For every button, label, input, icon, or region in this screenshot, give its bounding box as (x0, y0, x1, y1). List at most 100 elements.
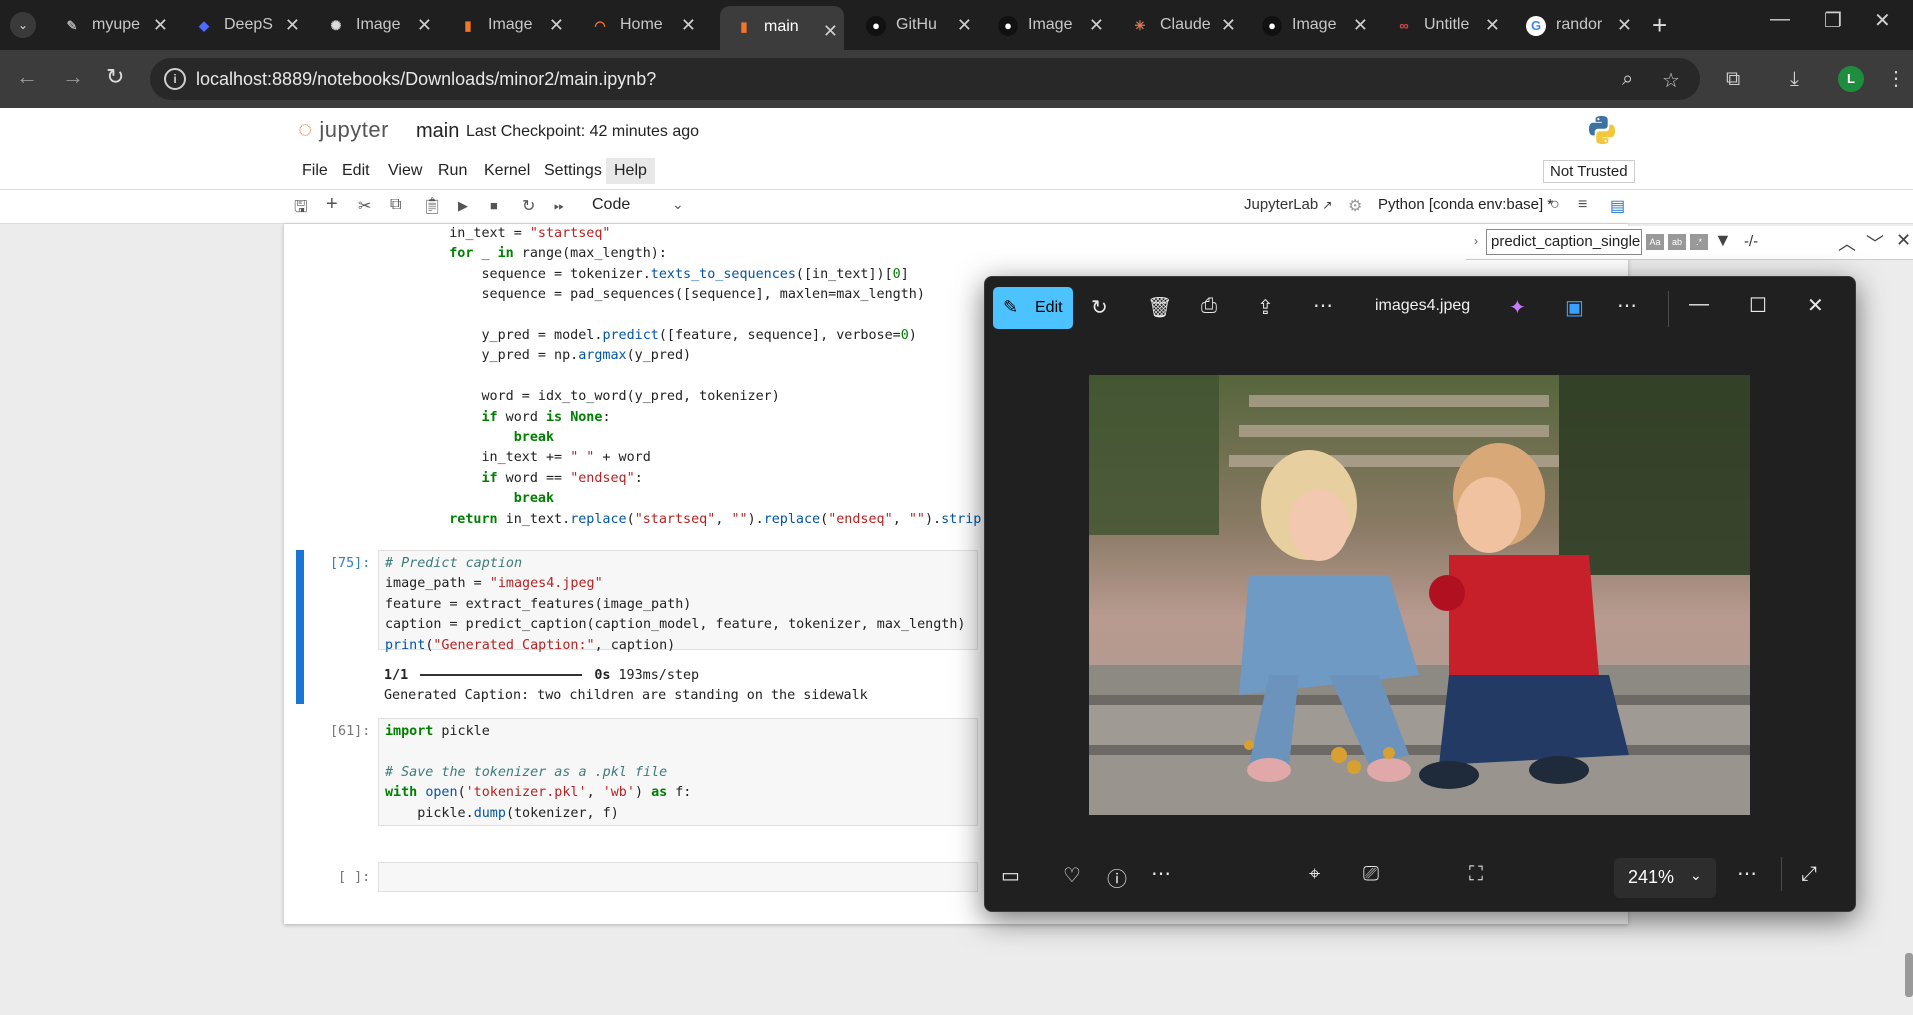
tab-image-github[interactable]: ● Image ✕ (984, 8, 1110, 42)
close-tab-icon[interactable]: ✕ (957, 8, 972, 42)
close-tab-icon[interactable]: ✕ (549, 8, 564, 42)
tab-home[interactable]: ◠ Home ✕ (576, 8, 702, 42)
back-icon[interactable]: ← (16, 64, 38, 90)
tab-main[interactable]: ▮ main ✕ (720, 6, 844, 50)
previous-match-icon[interactable]: ︿ (1838, 230, 1856, 256)
settings-gear-icon[interactable]: ⚙ (1348, 196, 1362, 216)
notebook-name[interactable]: main (416, 120, 459, 143)
run-icon[interactable]: ▶ (458, 198, 468, 214)
minimize-icon[interactable]: — (1689, 293, 1709, 316)
insert-cell-icon[interactable]: + (326, 193, 338, 216)
jupyterlab-link[interactable]: JupyterLab ↗ (1244, 196, 1332, 213)
file-info-icon[interactable]: ⓘ (1107, 863, 1127, 892)
close-tab-icon[interactable]: ✕ (1221, 8, 1236, 42)
close-tab-icon[interactable]: ✕ (681, 8, 696, 42)
close-tab-icon[interactable]: ✕ (285, 8, 300, 42)
zoom-select[interactable]: 241% ⌄ (1614, 858, 1716, 898)
copy-icon[interactable]: ⧉ (390, 196, 401, 214)
zoom-icon[interactable]: ⌕ (1622, 68, 1633, 91)
address-bar[interactable]: i localhost:8889/notebooks/Downloads/min… (150, 58, 1700, 100)
code-cell-61[interactable]: import pickle # Save the tokenizer as a … (378, 718, 978, 826)
download-icon[interactable]: ⤓ (1790, 68, 1799, 91)
copilot-icon[interactable]: ✦ (1509, 295, 1526, 320)
close-tab-icon[interactable]: ✕ (1617, 8, 1632, 42)
maximize-icon[interactable]: ☐ (1749, 293, 1767, 318)
close-tab-icon[interactable]: ✕ (1089, 8, 1104, 42)
close-tab-icon[interactable]: ✕ (1485, 8, 1500, 42)
cut-icon[interactable]: ✂ (358, 196, 371, 216)
next-match-icon[interactable]: ﹀ (1866, 230, 1884, 256)
menu-help[interactable]: Help (606, 158, 655, 184)
fit-to-window-icon[interactable]: ⛶ (1469, 863, 1483, 886)
bookmark-star-icon[interactable]: ☆ (1662, 68, 1680, 93)
tab-claude[interactable]: ✳ Claude ✕ (1116, 8, 1242, 42)
tab-search-button[interactable]: ⌄ (10, 12, 36, 38)
tab-github[interactable]: ● GitHu ✕ (852, 8, 978, 42)
table-of-contents-icon[interactable]: ▤ (1610, 196, 1625, 216)
url-text[interactable]: localhost:8889/notebooks/Downloads/minor… (196, 69, 656, 90)
more-options-icon[interactable]: ⋯ (1313, 293, 1333, 318)
restart-run-all-icon[interactable]: ⏩︎ (554, 198, 564, 214)
match-case-icon[interactable]: Aa (1646, 234, 1664, 250)
close-tab-icon[interactable]: ✕ (1353, 8, 1368, 42)
tab-myupe[interactable]: ✎ myupe ✕ (48, 8, 174, 42)
filter-icon[interactable]: ▼ (1714, 230, 1732, 251)
filmstrip-icon[interactable]: ▭ (1001, 863, 1020, 888)
empty-code-cell[interactable] (378, 862, 978, 892)
expand-replace-icon[interactable]: › (1474, 234, 1478, 248)
tab-random[interactable]: G randor ✕ (1512, 8, 1638, 42)
menu-run[interactable]: Run (438, 162, 467, 180)
designer-icon[interactable]: ▣ (1565, 295, 1584, 320)
whole-word-icon[interactable]: ab (1668, 234, 1686, 250)
browser-menu-icon[interactable]: ⋮ (1886, 66, 1906, 91)
regex-icon[interactable]: .* (1690, 234, 1708, 250)
more-options-icon[interactable]: ⋯ (1617, 293, 1637, 318)
trust-indicator[interactable]: Not Trusted (1543, 160, 1635, 183)
minimize-window-icon[interactable]: — (1770, 8, 1790, 31)
chevron-down-icon[interactable]: ⌄ (672, 196, 684, 213)
close-find-icon[interactable]: ✕ (1896, 230, 1911, 251)
fullscreen-icon[interactable]: ⤢ (1801, 863, 1817, 886)
extensions-icon[interactable]: ⧉ (1726, 68, 1740, 91)
new-tab-button[interactable]: + (1652, 10, 1667, 40)
more-options-icon[interactable]: ⋯ (1737, 861, 1757, 886)
save-icon[interactable]: 🖫 (294, 196, 308, 223)
site-info-icon[interactable]: i (164, 68, 186, 90)
paste-icon[interactable]: 📋︎ (422, 196, 442, 216)
menu-kernel[interactable]: Kernel (484, 162, 530, 180)
menu-settings[interactable]: Settings (544, 162, 602, 180)
reload-icon[interactable]: ↻ (106, 64, 124, 90)
print-icon[interactable]: ⎙ (1201, 295, 1217, 318)
find-input[interactable]: predict_caption_single (1486, 229, 1642, 255)
scan-text-icon[interactable]: ⎚ (1363, 863, 1379, 886)
tab-untitled[interactable]: ∞ Untitle ✕ (1380, 8, 1506, 42)
favorite-heart-icon[interactable]: ♡ (1063, 863, 1081, 888)
visual-search-icon[interactable]: ⌖ (1309, 863, 1320, 886)
stop-icon[interactable]: ■ (490, 198, 498, 213)
menu-view[interactable]: View (388, 162, 422, 180)
forward-icon[interactable]: → (62, 64, 84, 90)
restore-window-icon[interactable]: ❐ (1824, 8, 1842, 33)
tab-image-openai[interactable]: ✺ Image ✕ (312, 8, 438, 42)
close-icon[interactable]: ✕ (1807, 293, 1824, 318)
kernel-name[interactable]: Python [conda env:base] * (1378, 196, 1553, 213)
menu-edit[interactable]: Edit (342, 162, 370, 180)
close-tab-icon[interactable]: ✕ (153, 8, 168, 42)
close-window-icon[interactable]: ✕ (1874, 8, 1891, 33)
menu-lines-icon[interactable]: ≡ (1578, 196, 1587, 214)
restart-icon[interactable]: ↻ (522, 196, 535, 216)
rotate-icon[interactable]: ↻ (1091, 295, 1108, 320)
share-icon[interactable]: ⇪ (1257, 295, 1274, 320)
tab-deepseek[interactable]: ◆ DeepS ✕ (180, 8, 306, 42)
code-cell-predict-caption[interactable]: in_text = "startseq" for _ in range(max_… (417, 224, 997, 530)
more-options-icon[interactable]: ⋯ (1151, 861, 1171, 886)
page-scrollbar[interactable] (1905, 953, 1913, 997)
close-tab-icon[interactable]: ✕ (823, 10, 838, 50)
cell-type-select[interactable]: Code (592, 196, 630, 214)
tab-image-jupyter[interactable]: ▮ Image ✕ (444, 8, 570, 42)
edit-button[interactable]: ✎ Edit (993, 287, 1073, 329)
close-tab-icon[interactable]: ✕ (417, 8, 432, 42)
delete-icon[interactable]: 🗑︎ (1147, 295, 1172, 320)
jupyter-logo[interactable]: ◌ jupyter (298, 116, 389, 144)
menu-file[interactable]: File (302, 162, 328, 180)
